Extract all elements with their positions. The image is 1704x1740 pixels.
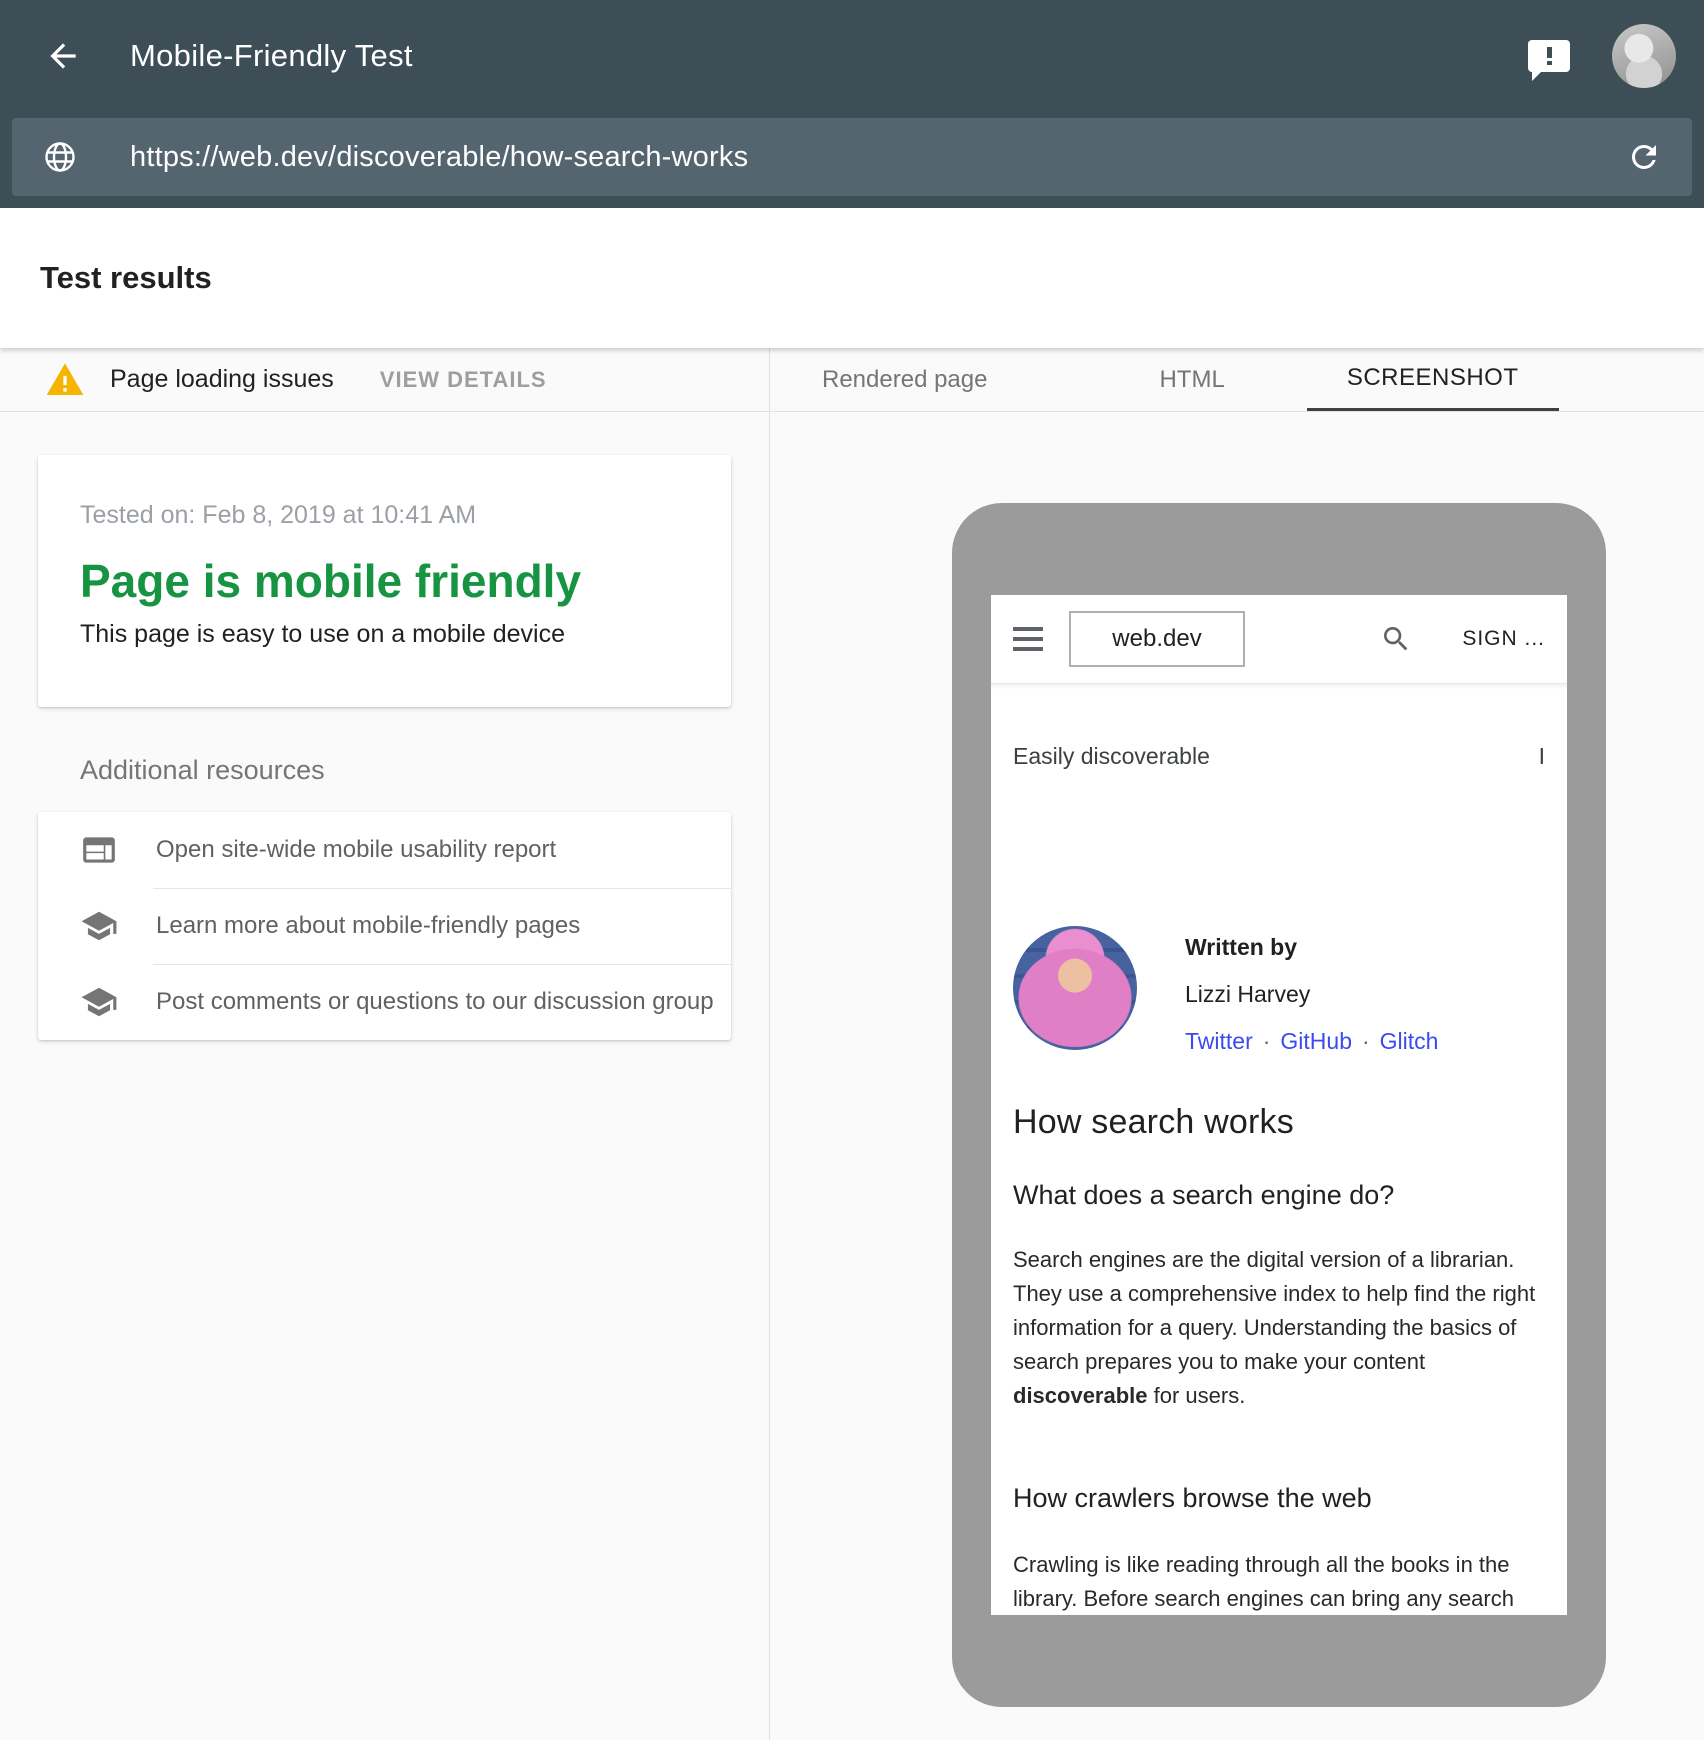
page-title: Test results <box>40 260 212 296</box>
verdict-description: This page is easy to use on a mobile dev… <box>80 620 689 649</box>
article: How search works What does a search engi… <box>991 1103 1567 1615</box>
school-icon <box>80 983 118 1021</box>
url-bar[interactable]: https://web.dev/discoverable/how-search-… <box>12 118 1692 196</box>
tab-html[interactable]: HTML <box>1147 348 1236 411</box>
refresh-icon <box>1626 139 1662 175</box>
back-arrow-icon <box>44 37 82 75</box>
resource-usability-report[interactable]: Open site-wide mobile usability report <box>38 812 731 888</box>
author-links: Twitter · GitHub · Glitch <box>1185 1028 1438 1055</box>
app-bar-top-row: Mobile-Friendly Test <box>0 0 1704 112</box>
tested-on-timestamp: Tested on: Feb 8, 2019 at 10:41 AM <box>80 501 689 530</box>
written-by-label: Written by <box>1185 934 1438 961</box>
right-panel: Rendered page HTML SCREENSHOT web.dev SI… <box>770 348 1704 1740</box>
verdict-title: Page is mobile friendly <box>80 554 689 608</box>
breadcrumb: Easily discoverable I <box>991 743 1567 770</box>
section-heading: How crawlers browse the web <box>1013 1483 1545 1514</box>
resource-label: Post comments or questions to our discus… <box>156 988 714 1016</box>
back-button[interactable] <box>44 37 82 75</box>
search-icon <box>1380 623 1412 655</box>
webdev-logo: web.dev <box>1069 611 1245 667</box>
user-avatar[interactable] <box>1612 24 1676 88</box>
sign-in-label: SIGN ... <box>1462 627 1545 651</box>
author-avatar <box>1013 926 1137 1050</box>
author-info: Written by Lizzi Harvey Twitter · GitHub · G… <box>1185 926 1438 1055</box>
screenshot-site-header: web.dev SIGN ... <box>991 595 1567 683</box>
breadcrumb-label: Easily discoverable <box>1013 743 1210 770</box>
tab-screenshot[interactable]: SCREENSHOT <box>1307 348 1559 411</box>
phone-screenshot: web.dev SIGN ... Easily discoverable I W… <box>991 595 1567 1615</box>
twitter-link: Twitter <box>1185 1028 1253 1054</box>
additional-resources-heading: Additional resources <box>80 755 769 786</box>
link-separator: · <box>1263 1028 1271 1054</box>
breadcrumb-right-glyph: I <box>1539 743 1545 770</box>
left-panel: Page loading issues VIEW DETAILS Tested … <box>0 348 770 1740</box>
main-area: Page loading issues VIEW DETAILS Tested … <box>0 348 1704 1740</box>
page-loading-issues-row: Page loading issues VIEW DETAILS <box>0 348 769 412</box>
feedback-button[interactable] <box>1528 40 1570 72</box>
section-heading: What does a search engine do? <box>1013 1180 1545 1211</box>
section-body: Crawling is like reading through all the… <box>1013 1548 1545 1615</box>
tabs-row: Rendered page HTML SCREENSHOT <box>770 348 1704 412</box>
app-title: Mobile-Friendly Test <box>130 38 413 74</box>
view-details-button[interactable]: VIEW DETAILS <box>380 367 547 393</box>
result-card: Tested on: Feb 8, 2019 at 10:41 AM Page … <box>38 455 731 707</box>
resource-label: Learn more about mobile-friendly pages <box>156 912 580 940</box>
resource-discussion-group[interactable]: Post comments or questions to our discus… <box>38 964 731 1040</box>
section-body: Search engines are the digital version o… <box>1013 1243 1545 1413</box>
resource-learn-more[interactable]: Learn more about mobile-friendly pages <box>38 888 731 964</box>
glitch-link: Glitch <box>1380 1028 1439 1054</box>
app-bar: Mobile-Friendly Test https://web.dev/dis… <box>0 0 1704 208</box>
school-icon <box>80 907 118 945</box>
phone-mockup: web.dev SIGN ... Easily discoverable I W… <box>952 503 1606 1707</box>
resources-card: Open site-wide mobile usability report L… <box>38 812 731 1040</box>
resource-label: Open site-wide mobile usability report <box>156 836 556 864</box>
author-block: Written by Lizzi Harvey Twitter · GitHub · G… <box>991 926 1567 1055</box>
usability-report-icon <box>80 831 118 869</box>
github-link: GitHub <box>1280 1028 1352 1054</box>
results-band: Test results <box>0 208 1704 348</box>
url-text: https://web.dev/discoverable/how-search-… <box>130 141 1626 174</box>
refresh-button[interactable] <box>1626 139 1662 175</box>
globe-icon <box>42 139 78 175</box>
author-name: Lizzi Harvey <box>1185 981 1438 1008</box>
warning-triangle-icon <box>45 360 85 400</box>
hamburger-menu-icon <box>1013 627 1043 651</box>
article-title: How search works <box>1013 1103 1545 1142</box>
link-separator: · <box>1362 1028 1370 1054</box>
feedback-icon <box>1528 40 1570 72</box>
tab-rendered-page[interactable]: Rendered page <box>810 348 999 411</box>
issues-label: Page loading issues <box>110 365 334 394</box>
